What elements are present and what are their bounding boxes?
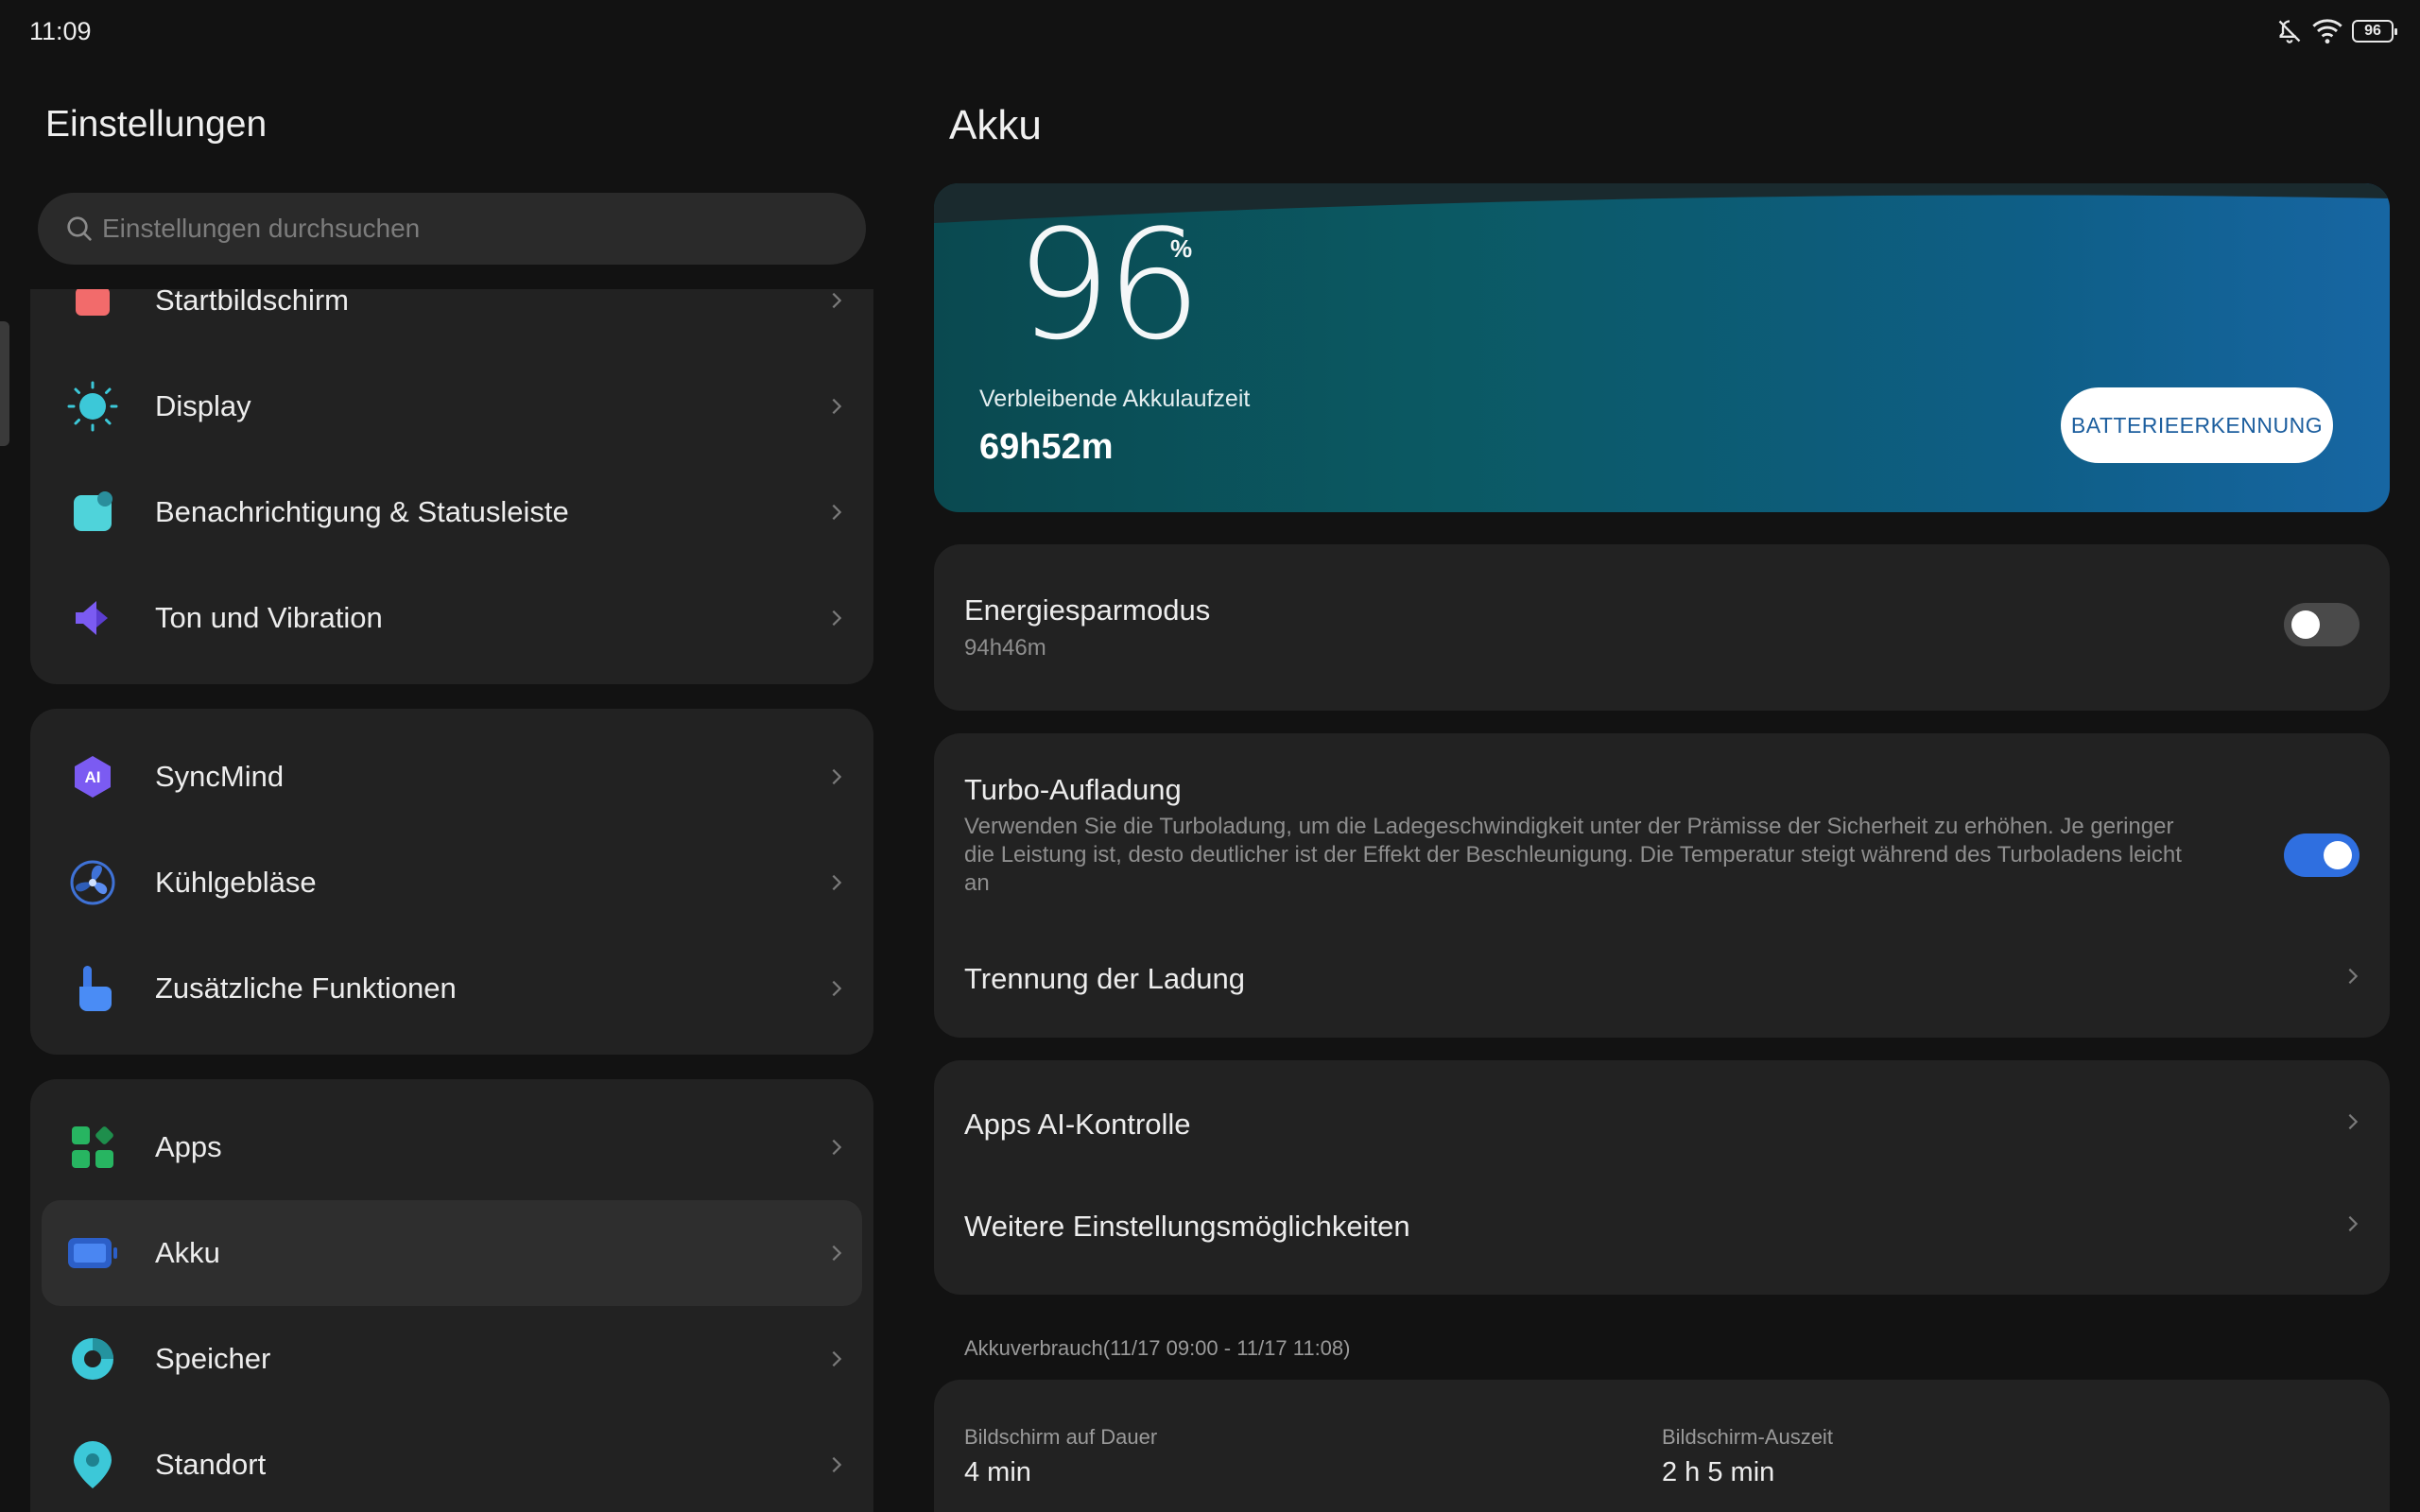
svg-text:AI: AI [85,768,101,786]
remaining-label: Verbleibende Akkulaufzeit [979,386,1251,412]
sidebar-item-label: Akku [155,1236,220,1269]
chevron-right-icon [832,1139,842,1156]
settings-group-3: Apps Akku Speicher Standort [30,1079,873,1512]
battery-hero-card: 96 % Verbleibende Akkulaufzeit 69h52m BA… [934,183,2390,512]
storage-pie-icon [64,1331,121,1387]
apps-ai-title: Apps AI-Kontrolle [964,1108,1191,1141]
apps-grid-icon [64,1119,121,1176]
battery-percent: 96 [1015,197,1202,373]
screen-off-label: Bildschirm-Auszeit [1662,1425,1833,1449]
scroll-handle[interactable] [0,321,9,446]
chevron-right-icon [832,504,842,521]
settings-list[interactable]: Startbildschirm Display Benachrichtigung… [30,289,873,1512]
sidebar-title: Einstellungen [45,104,268,145]
speaker-icon [64,590,121,646]
search-input[interactable]: Einstellungen durchsuchen [38,193,866,265]
sidebar-item-syncmind[interactable]: AI SyncMind [30,724,873,830]
chevron-right-icon [2348,1113,2359,1130]
sidebar-item-label: Display [155,389,251,422]
sidebar-item-benachrichtigung[interactable]: Benachrichtigung & Statusleiste [30,459,873,565]
chevron-right-icon [2348,1215,2359,1232]
chevron-right-icon [832,1245,842,1262]
chevron-right-icon [2348,968,2359,985]
sidebar-item-zusaetzliche-funktionen[interactable]: Zusätzliche Funktionen [30,936,873,1041]
notifications-off-icon [2278,20,2301,43]
turbo-toggle[interactable] [2284,833,2360,877]
turbo-title: Turbo-Aufladung [964,773,1182,806]
chevron-right-icon [832,874,842,891]
screen-on-label: Bildschirm auf Dauer [964,1425,1158,1449]
sidebar-item-label: Startbildschirm [155,289,349,317]
toggle-knob [2291,610,2320,639]
page-title: Akku [949,102,1042,148]
sidebar-item-apps[interactable]: Apps [30,1094,873,1200]
screen-on-value: 4 min [964,1457,1031,1487]
hand-pointer-icon [64,960,121,1017]
brightness-icon [64,378,121,435]
charge-separation-row[interactable]: Trennung der Ladung [934,930,2390,1024]
battery-icon [64,1225,121,1281]
sidebar-item-display[interactable]: Display [30,353,873,459]
power-saving-title: Energiesparmodus [964,593,1211,627]
charge-separation-title: Trennung der Ladung [964,962,1246,995]
sidebar-item-label: Ton und Vibration [155,601,383,634]
battery-detection-button[interactable]: BATTERIEERKENNUNG [2061,387,2333,463]
chevron-right-icon [832,292,842,309]
status-bar: 11:09 96 [0,0,2420,62]
sidebar-item-startbildschirm[interactable]: Startbildschirm [30,289,873,353]
remaining-time: 69h52m [979,427,1114,467]
chevron-right-icon [832,768,842,785]
sidebar-item-speicher[interactable]: Speicher [30,1306,873,1412]
power-saving-card[interactable]: Energiesparmodus 94h46m [934,544,2390,711]
sidebar-item-kuehlgeblaese[interactable]: Kühlgebläse [30,830,873,936]
sidebar-item-label: Speicher [155,1342,271,1375]
ai-icon: AI [64,748,121,805]
toggle-knob [2324,841,2352,869]
screen-off-value: 2 h 5 min [1662,1457,1775,1487]
chevron-right-icon [832,980,842,997]
sidebar-item-ton[interactable]: Ton und Vibration [30,565,873,671]
power-saving-toggle[interactable] [2284,603,2360,646]
usage-card: Bildschirm auf Dauer 4 min Bildschirm-Au… [934,1380,2390,1512]
location-pin-icon [64,1436,121,1493]
search-placeholder: Einstellungen durchsuchen [102,214,421,243]
sidebar-item-standort[interactable]: Standort [30,1412,873,1512]
status-icons: 96 [2276,15,2397,47]
chevron-right-icon [832,610,842,627]
notification-icon [64,484,121,541]
home-screen-icon [64,289,121,329]
battery-icon: 96 [2352,20,2397,43]
power-saving-subtitle: 94h46m [964,635,1046,661]
battery-level: 96 [2364,23,2381,39]
sidebar-item-label: Benachrichtigung & Statusleiste [155,495,569,528]
more-settings-row[interactable]: Weitere Einstellungsmöglichkeiten [934,1176,2390,1280]
chevron-right-icon [832,398,842,415]
sidebar-item-label: Apps [155,1130,222,1163]
more-options-card: Apps AI-Kontrolle Weitere Einstellungsmö… [934,1060,2390,1295]
apps-ai-control-row[interactable]: Apps AI-Kontrolle [934,1072,2390,1176]
wifi-icon [2312,19,2342,44]
status-time: 11:09 [29,17,92,45]
settings-group-1: Startbildschirm Display Benachrichtigung… [30,289,873,684]
sidebar-item-label: Standort [155,1448,267,1481]
more-settings-title: Weitere Einstellungsmöglichkeiten [964,1210,1410,1243]
sidebar-item-label: Kühlgebläse [155,866,317,899]
chevron-right-icon [832,1456,842,1473]
turbo-description: Verwenden Sie die Turboladung, um die La… [964,814,2182,896]
sidebar-item-label: Zusätzliche Funktionen [155,971,457,1005]
usage-section-label: Akkuverbrauch(11/17 09:00 - 11/17 11:08) [964,1336,1351,1360]
sidebar-item-akku[interactable]: Akku [42,1200,862,1306]
sidebar-item-label: SyncMind [155,760,285,793]
fan-icon [64,854,121,911]
settings-group-2: AI SyncMind Kühlgebläse Zusätzliche Funk… [30,709,873,1055]
percent-sign: % [1170,234,1193,263]
charging-card: Turbo-Aufladung Verwenden Sie die Turbol… [934,733,2390,1038]
search-icon [67,216,92,241]
chevron-right-icon [832,1350,842,1367]
